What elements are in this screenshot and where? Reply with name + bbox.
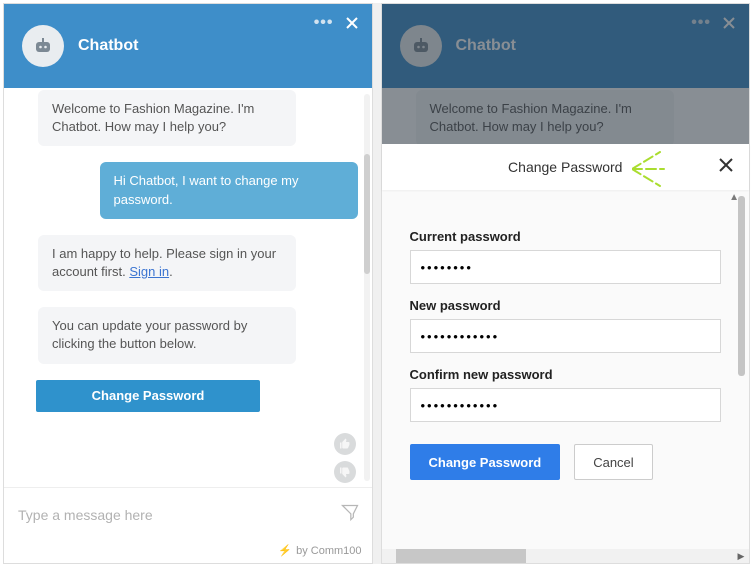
bot-message: I am happy to help. Please sign in your … <box>38 235 296 291</box>
close-icon[interactable] <box>344 15 360 31</box>
confirm-new-password-input[interactable] <box>410 388 722 422</box>
send-cursor-icon[interactable] <box>340 503 360 528</box>
more-icon[interactable]: ••• <box>314 14 334 32</box>
confirm-new-password-label: Confirm new password <box>410 367 722 382</box>
form-scrollbar-track[interactable] <box>738 196 745 539</box>
scroll-right-arrow-icon[interactable]: ▶ <box>735 550 747 562</box>
close-icon[interactable] <box>717 156 735 174</box>
bot-message: Welcome to Fashion Magazine. I'm Chatbot… <box>416 90 674 146</box>
bolt-icon: ⚡ <box>278 544 292 557</box>
bot-message: Welcome to Fashion Magazine. I'm Chatbot… <box>38 90 296 146</box>
current-password-label: Current password <box>410 229 722 244</box>
new-password-label: New password <box>410 298 722 313</box>
bot-avatar <box>22 25 64 67</box>
chat-header: Chatbot ••• <box>382 4 750 88</box>
horizontal-scrollbar[interactable]: ▶ <box>382 549 750 563</box>
more-icon[interactable]: ••• <box>691 14 711 32</box>
change-password-sheet: Change Password ▲ Current password New p… <box>382 144 750 563</box>
scrollbar-thumb[interactable] <box>364 154 370 274</box>
thumbs-down-icon[interactable] <box>334 461 356 483</box>
message-input[interactable] <box>16 506 340 524</box>
credit-line: ⚡ by Comm100 <box>4 542 372 563</box>
sign-in-link[interactable]: Sign in <box>129 264 169 279</box>
horizontal-scrollbar-thumb[interactable] <box>396 549 526 563</box>
sheet-title: Change Password <box>508 159 622 175</box>
message-input-row <box>4 487 372 542</box>
close-icon[interactable] <box>721 15 737 31</box>
chat-title: Chatbot <box>456 37 516 55</box>
chat-widget-left: Chatbot ••• Welcome to Fashion Magazine.… <box>3 3 373 564</box>
sheet-header: Change Password <box>382 144 750 190</box>
credit-text: by Comm100 <box>296 545 361 557</box>
bot-avatar <box>400 25 442 67</box>
chat-body: Welcome to Fashion Magazine. I'm Chatbot… <box>4 88 372 487</box>
chat-title: Chatbot <box>78 37 138 55</box>
chat-header: Chatbot ••• <box>4 4 372 88</box>
chat-widget-right: Chatbot ••• Welcome to Fashion Magazine.… <box>381 3 751 564</box>
bot-message: You can update your password by clicking… <box>38 307 296 363</box>
user-message: Hi Chatbot, I want to change my password… <box>100 162 358 218</box>
thumbs-up-icon[interactable] <box>334 433 356 455</box>
cancel-button[interactable]: Cancel <box>574 444 652 480</box>
collapse-arrow-icon[interactable]: ▲ <box>382 190 750 203</box>
new-password-input[interactable] <box>410 319 722 353</box>
scrollbar-track[interactable] <box>364 94 370 481</box>
password-form: Current password New password Confirm ne… <box>382 203 750 492</box>
current-password-input[interactable] <box>410 250 722 284</box>
submit-button[interactable]: Change Password <box>410 444 561 480</box>
change-password-button[interactable]: Change Password <box>36 380 260 412</box>
bot-message-text: . <box>169 264 173 279</box>
form-scrollbar-thumb[interactable] <box>738 196 745 376</box>
